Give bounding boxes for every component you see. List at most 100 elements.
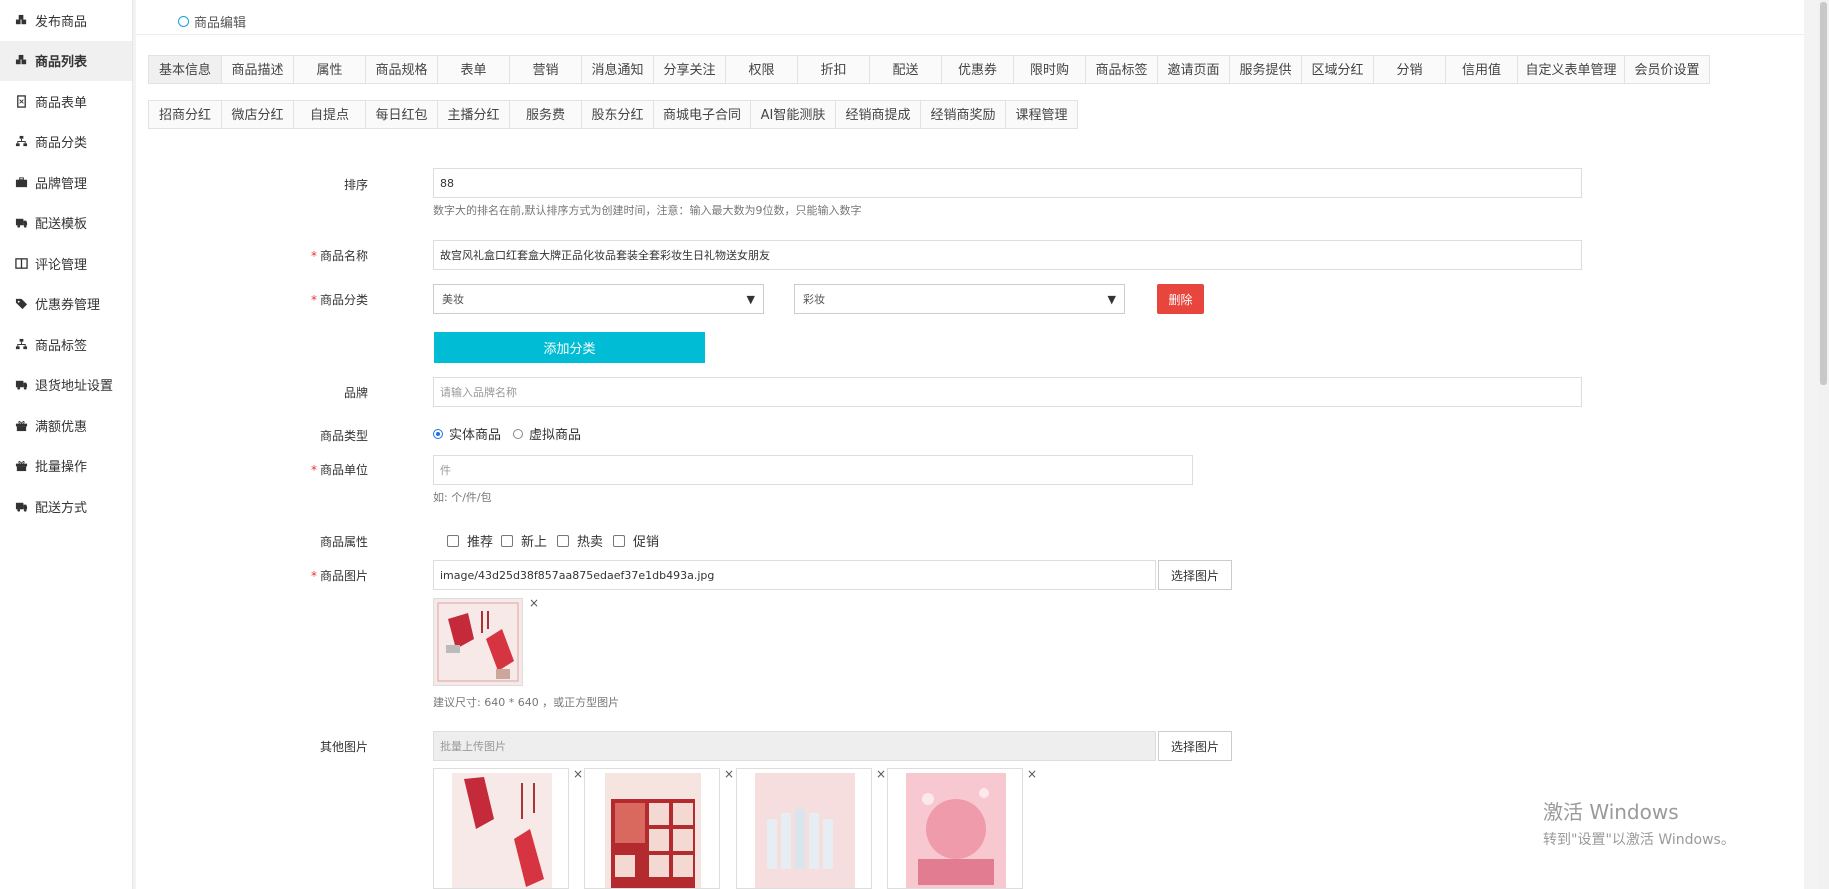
page-scrollbar[interactable]: [1818, 0, 1829, 889]
tab-tabs_row2-11[interactable]: 课程管理: [1005, 100, 1078, 129]
tab-tabs_row1-0[interactable]: 基本信息: [148, 55, 222, 84]
tab-tabs_row2-0[interactable]: 招商分红: [148, 100, 222, 129]
tab-tabs_row2-6[interactable]: 股东分红: [581, 100, 654, 129]
product-image: [737, 769, 871, 888]
tab-tabs_row2-7[interactable]: 商城电子合同: [653, 100, 751, 129]
sidebar-item-5[interactable]: 配送模板: [0, 203, 132, 244]
tab-tabs_row1-6[interactable]: 消息通知: [581, 55, 654, 84]
sidebar-item-label: 满额优惠: [35, 419, 88, 435]
sidebar-item-label: 批量操作: [35, 460, 88, 476]
tab-tabs_row2-8[interactable]: AI智能测肤: [750, 100, 836, 129]
unit-label: * 商品单位: [310, 463, 368, 477]
tab-tabs_row2-9[interactable]: 经销商提成: [835, 100, 921, 129]
sidebar-item-4[interactable]: 品牌管理: [0, 162, 132, 203]
image-path-input[interactable]: [433, 560, 1156, 590]
sidebar-item-label: 商品分类: [35, 136, 88, 152]
tab-tabs_row1-11[interactable]: 优惠券: [941, 55, 1014, 84]
brand-input[interactable]: [433, 377, 1582, 407]
sidebar-item-9[interactable]: 退货地址设置: [0, 365, 132, 406]
tab-tabs_row1-12[interactable]: 限时购: [1013, 55, 1086, 84]
sidebar-item-7[interactable]: 优惠券管理: [0, 284, 132, 325]
checkbox-hot-label: 热卖: [577, 535, 604, 550]
watermark-line-1: 激活 Windows: [1543, 800, 1679, 824]
radio-physical-label: 实体商品: [449, 428, 502, 443]
sidebar-item-6[interactable]: 评论管理: [0, 243, 132, 284]
checkbox-new[interactable]: [501, 534, 514, 547]
sidebar-item-2[interactable]: 商品表单: [0, 81, 132, 122]
main-image-thumb: [433, 598, 523, 686]
tab-tabs_row2-1[interactable]: 微店分红: [221, 100, 294, 129]
radio-virtual-label: 虚拟商品: [529, 428, 582, 443]
tab-tabs_row2-4[interactable]: 主播分红: [437, 100, 510, 129]
tab-tabs_row1-16[interactable]: 区域分红: [1301, 55, 1374, 84]
remove-other-image-3-icon[interactable]: ×: [876, 767, 886, 781]
scrollbar-thumb[interactable]: [1820, 2, 1827, 385]
checkbox-promo-label: 促销: [633, 535, 660, 550]
tab-tabs_row1-2[interactable]: 属性: [293, 55, 366, 84]
attr-group: 推荐 新上 热卖 促销: [447, 531, 659, 550]
remove-main-image-icon[interactable]: ×: [529, 596, 539, 610]
tab-tabs_row2-2[interactable]: 自提点: [293, 100, 366, 129]
gift-box-image: [888, 769, 1022, 888]
radio-virtual[interactable]: [513, 428, 524, 439]
sidebar-item-0[interactable]: 发布商品: [0, 0, 132, 41]
tab-tabs_row1-4[interactable]: 表单: [437, 55, 510, 84]
sort-help: 数字大的排名在前,默认排序方式为创建时间，注意：输入最大数为9位数，只能输入数字: [433, 204, 862, 217]
watermark-line-2: 转到"设置"以激活 Windows。: [1543, 832, 1735, 848]
category-select-2[interactable]: 彩妆 ▼: [794, 284, 1125, 314]
checkbox-recommend[interactable]: [447, 534, 459, 547]
breadcrumb-bar: 商品编辑: [136, 0, 1804, 35]
tab-tabs_row2-3[interactable]: 每日红包: [365, 100, 438, 129]
tab-tabs_row1-1[interactable]: 商品描述: [221, 55, 294, 84]
sidebar-item-11[interactable]: 批量操作: [0, 446, 132, 487]
radio-physical[interactable]: [433, 428, 443, 439]
sidebar-item-12[interactable]: 配送方式: [0, 486, 132, 527]
remove-other-image-1-icon[interactable]: ×: [573, 767, 583, 781]
sitemap-icon: [14, 135, 28, 149]
category-select-1[interactable]: 美妆 ▼: [433, 284, 764, 314]
sidebar-item-label: 评论管理: [35, 257, 88, 273]
delete-category-button[interactable]: 删除: [1157, 284, 1204, 314]
sidebar-item-10[interactable]: 满额优惠: [0, 405, 132, 446]
choose-image-button[interactable]: 选择图片: [1158, 560, 1232, 590]
tab-tabs_row1-20[interactable]: 会员价设置: [1624, 55, 1710, 84]
tab-tabs_row1-17[interactable]: 分销: [1373, 55, 1446, 84]
checkbox-hot[interactable]: [557, 534, 570, 547]
type-label: 商品类型: [319, 429, 368, 443]
product-name-input[interactable]: [433, 240, 1582, 270]
tab-tabs_row1-13[interactable]: 商品标签: [1085, 55, 1158, 84]
truck-icon: [14, 378, 28, 392]
tab-tabs_row1-19[interactable]: 自定义表单管理: [1517, 55, 1625, 84]
windows-activation-watermark: 激活 Windows 转到"设置"以激活 Windows。: [1543, 796, 1735, 849]
tab-tabs_row1-8[interactable]: 权限: [725, 55, 798, 84]
remove-other-image-2-icon[interactable]: ×: [724, 767, 734, 781]
sidebar-item-label: 商品标签: [35, 338, 88, 354]
unit-input[interactable]: [433, 455, 1193, 485]
truck-icon: [14, 216, 28, 230]
sidebar-item-8[interactable]: 商品标签: [0, 324, 132, 365]
remove-other-image-4-icon[interactable]: ×: [1027, 767, 1037, 781]
tab-tabs_row1-10[interactable]: 配送: [869, 55, 942, 84]
chevron-down-icon: ▼: [1107, 292, 1116, 306]
tab-tabs_row1-18[interactable]: 信用值: [1445, 55, 1518, 84]
sidebar-item-3[interactable]: 商品分类: [0, 122, 132, 163]
choose-other-images-button[interactable]: 选择图片: [1158, 731, 1232, 761]
color-chart-image: [585, 769, 719, 888]
checkbox-new-label: 新上: [521, 535, 548, 550]
product-type-group: 实体商品 虚拟商品: [433, 424, 581, 443]
tab-tabs_row1-15[interactable]: 服务提供: [1229, 55, 1302, 84]
sort-input[interactable]: [433, 168, 1582, 198]
tab-tabs_row1-7[interactable]: 分享关注: [653, 55, 726, 84]
sidebar-item-label: 商品列表: [35, 55, 88, 71]
tab-tabs_row1-3[interactable]: 商品规格: [365, 55, 438, 84]
tab-tabs_row1-14[interactable]: 邀请页面: [1157, 55, 1230, 84]
tab-tabs_row2-5[interactable]: 服务费: [509, 100, 582, 129]
tab-tabs_row1-5[interactable]: 营销: [509, 55, 582, 84]
tab-tabs_row2-10[interactable]: 经销商奖励: [920, 100, 1006, 129]
breadcrumb: 商品编辑: [178, 12, 246, 31]
sidebar-item-1[interactable]: 商品列表: [0, 40, 132, 81]
sidebar-item-label: 优惠券管理: [35, 298, 101, 314]
add-category-button[interactable]: 添加分类: [434, 332, 705, 363]
checkbox-promo[interactable]: [613, 534, 626, 547]
tab-tabs_row1-9[interactable]: 折扣: [797, 55, 870, 84]
